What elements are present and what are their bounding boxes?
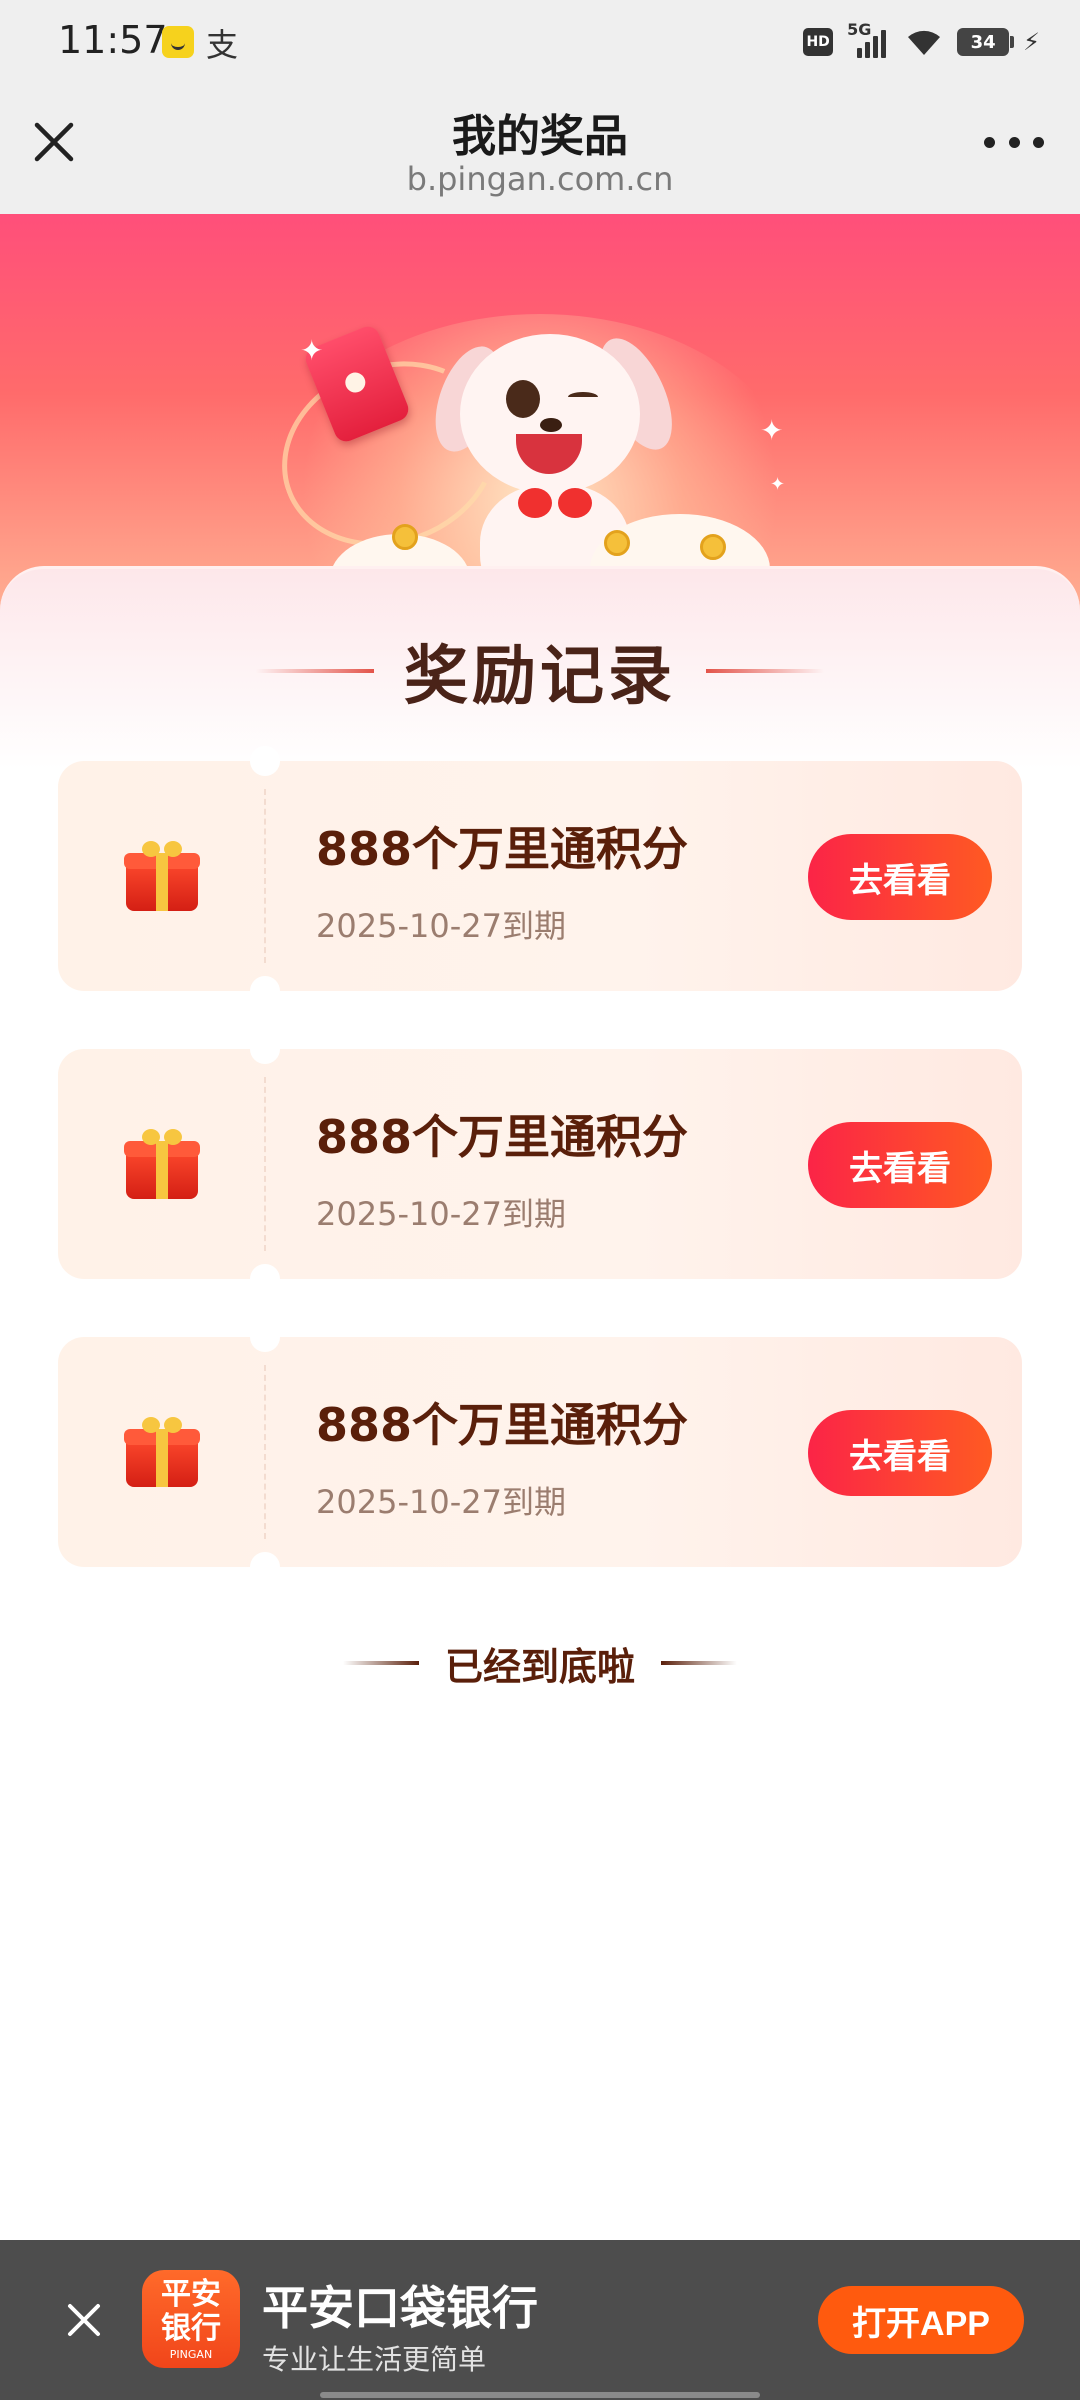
open-app-button[interactable]: 打开APP (818, 2286, 1024, 2354)
app-download-banner: 平安 银行 PINGAN 平安口袋银行 专业让生活更简单 打开APP (0, 2240, 1080, 2400)
gift-box-icon (124, 1417, 200, 1489)
page-url: b.pingan.com.cn (406, 160, 674, 198)
status-bar: 11:57 支 HD 5G 34 ⚡ (0, 0, 1080, 86)
logo-text-line2: 银行 (161, 2311, 221, 2346)
view-prize-button[interactable]: 去看看 (808, 1122, 992, 1208)
view-prize-button[interactable]: 去看看 (808, 834, 992, 920)
wifi-icon (905, 27, 943, 57)
view-prize-button[interactable]: 去看看 (808, 1410, 992, 1496)
prize-expiry: 2025-10-27到期 (316, 907, 566, 945)
close-icon (68, 2304, 100, 2336)
prize-expiry: 2025-10-27到期 (316, 1483, 566, 1521)
network-type: 5G (847, 20, 872, 39)
prize-name: 888个万里通积分 (316, 1398, 689, 1452)
prize-card: 888个万里通积分 2025-10-27到期 去看看 (58, 1034, 1022, 1294)
more-options-button[interactable] (984, 124, 1044, 160)
prize-expiry: 2025-10-27到期 (316, 1195, 566, 1233)
gift-box-icon (124, 841, 200, 913)
end-text: 已经到底啦 (444, 1644, 635, 1689)
home-indicator[interactable] (320, 2392, 760, 2398)
prize-card: 888个万里通积分 2025-10-27到期 去看看 (58, 746, 1022, 1006)
alipay-icon: 支 (206, 26, 239, 64)
battery-icon: 34 (957, 28, 1015, 56)
close-banner-button[interactable] (62, 2298, 106, 2342)
prize-card: 888个万里通积分 2025-10-27到期 去看看 (58, 1322, 1022, 1582)
charging-icon: ⚡ (1023, 28, 1040, 56)
list-end-indicator: 已经到底啦 (0, 1633, 1080, 1693)
rewards-panel: 奖励记录 888个万里通积分 2025-10-27到期 去看看 888个万里通积… (0, 566, 1080, 2240)
logo-text-line1: 平安 (161, 2277, 221, 2312)
hero-banner: ✦ ✦ ✦ (0, 214, 1080, 614)
prize-name: 888个万里通积分 (316, 1110, 689, 1164)
signal-icon: 5G (847, 20, 891, 60)
web-header: 我的奖品 b.pingan.com.cn (0, 86, 1080, 214)
status-time: 11:57 (58, 18, 168, 62)
page-title: 我的奖品 (452, 111, 628, 162)
app-name: 平安口袋银行 (262, 2281, 538, 2335)
section-title: 奖励记录 (404, 640, 676, 714)
logo-subtext: PINGAN (169, 2348, 213, 2361)
hd-icon: HD (803, 28, 834, 56)
status-icons: HD 5G 34 ⚡ (803, 20, 1040, 62)
gift-box-icon (124, 1129, 200, 1201)
section-header: 奖励记录 (0, 631, 1080, 714)
app-slogan: 专业让生活更简单 (262, 2343, 487, 2376)
notification-app-icon (162, 26, 194, 58)
app-logo: 平安 银行 PINGAN (142, 2270, 240, 2368)
prize-name: 888个万里通积分 (316, 822, 689, 876)
